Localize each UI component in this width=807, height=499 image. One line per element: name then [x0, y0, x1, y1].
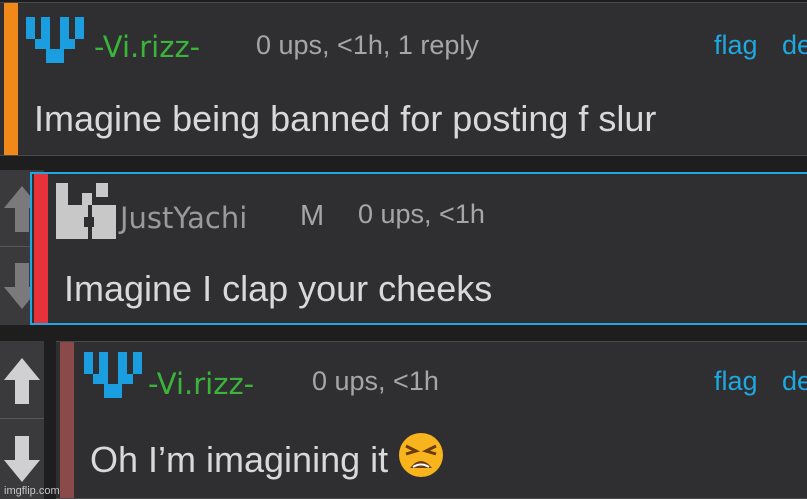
flag-link[interactable]: flag	[714, 30, 758, 61]
moderator-badge: M	[300, 200, 325, 232]
comment-1: -Vi.rizz- 0 ups, <1h, 1 reply flag de Im…	[0, 2, 807, 156]
comment-meta: 0 ups, <1h	[312, 366, 439, 396]
vote-column	[0, 341, 44, 499]
comment-accent-bar	[60, 342, 74, 498]
upvote-button[interactable]	[0, 341, 44, 419]
comment-accent-bar	[34, 174, 48, 323]
username-link[interactable]: JustYachi	[120, 201, 247, 235]
comment-text: Oh I’m imagining it	[90, 439, 389, 480]
user-avatar-icon[interactable]	[26, 17, 84, 63]
comment-text: Imagine I clap your cheeks	[64, 268, 493, 309]
delete-link[interactable]: de	[782, 30, 807, 61]
username-link[interactable]: -Vi.rizz-	[148, 367, 254, 401]
username-link[interactable]: -Vi.rizz-	[94, 30, 200, 64]
user-avatar-icon[interactable]	[84, 352, 142, 398]
delete-link[interactable]: de	[782, 366, 807, 397]
upvote-arrow-icon	[4, 357, 40, 404]
flag-link[interactable]: flag	[714, 366, 758, 397]
comment-text-row: Oh I’m imagining it	[90, 432, 444, 481]
imgflip-watermark: imgflip.com	[4, 485, 60, 497]
comment-meta: 0 ups, <1h	[358, 199, 485, 229]
user-avatar-icon[interactable]	[56, 183, 116, 239]
comment-3: -Vi.rizz- 0 ups, <1h flag de Oh I’m imag…	[56, 341, 807, 499]
comment-accent-bar	[4, 3, 18, 155]
comment-meta: 0 ups, <1h, 1 reply	[256, 30, 479, 60]
downvote-arrow-icon	[4, 435, 40, 482]
comment-text: Imagine being banned for posting f slur	[34, 98, 657, 139]
comment-2-highlighted: JustYachi M 0 ups, <1h Imagine I clap yo…	[30, 172, 807, 325]
tired-face-emoji-icon	[399, 433, 444, 477]
